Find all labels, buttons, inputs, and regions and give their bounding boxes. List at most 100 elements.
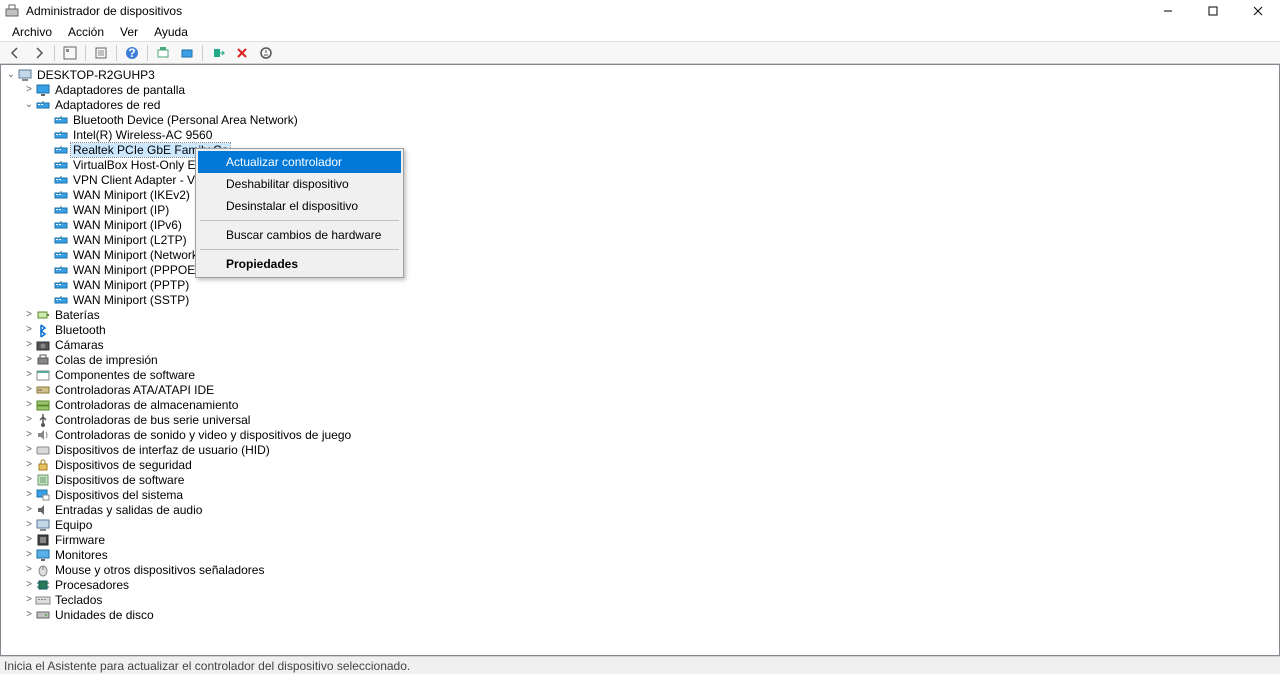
tree-item-label[interactable]: Dispositivos de seguridad: [53, 458, 194, 472]
tree-item-label[interactable]: WAN Miniport (IP): [71, 203, 171, 217]
tree-device[interactable]: Bluetooth Device (Personal Area Network): [5, 112, 1275, 127]
tree-root-node[interactable]: ⌄ DESKTOP-R2GUHP3: [5, 67, 1275, 82]
tree-item-label[interactable]: Firmware: [53, 533, 107, 547]
menu-action[interactable]: Acción: [60, 23, 112, 41]
tree-item-label[interactable]: Baterías: [53, 308, 102, 322]
tree-category[interactable]: > Monitores: [5, 547, 1275, 562]
tree-item-label[interactable]: Colas de impresión: [53, 353, 160, 367]
tree-item-label[interactable]: Unidades de disco: [53, 608, 156, 622]
forward-button[interactable]: [28, 43, 50, 63]
tree-item-label[interactable]: WAN Miniport (IPv6): [71, 218, 184, 232]
tree-item-label[interactable]: Intel(R) Wireless-AC 9560: [71, 128, 214, 142]
tree-item-label[interactable]: Entradas y salidas de audio: [53, 503, 204, 517]
expand-toggle[interactable]: >: [23, 609, 35, 620]
scan-hardware-button[interactable]: [152, 43, 174, 63]
tree-category[interactable]: ⌄ Adaptadores de red: [5, 97, 1275, 112]
tree-category[interactable]: > Procesadores: [5, 577, 1275, 592]
tree-category[interactable]: > Bluetooth: [5, 322, 1275, 337]
tree-item-label[interactable]: WAN Miniport (L2TP): [71, 233, 189, 247]
expand-toggle[interactable]: ⌄: [5, 69, 17, 80]
close-button[interactable]: [1235, 0, 1280, 22]
expand-toggle[interactable]: >: [23, 519, 35, 530]
expand-toggle[interactable]: >: [23, 309, 35, 320]
tree-item-label[interactable]: Monitores: [53, 548, 110, 562]
tree-category[interactable]: > Controladoras de bus serie universal: [5, 412, 1275, 427]
tree-category[interactable]: > Baterías: [5, 307, 1275, 322]
back-button[interactable]: [4, 43, 26, 63]
tree-item-label[interactable]: DESKTOP-R2GUHP3: [35, 68, 157, 82]
menu-help[interactable]: Ayuda: [146, 23, 196, 41]
tree-item-label[interactable]: Controladoras ATA/ATAPI IDE: [53, 383, 216, 397]
disable-device-button[interactable]: [255, 43, 277, 63]
tree-item-label[interactable]: Dispositivos del sistema: [53, 488, 185, 502]
tree-item-label[interactable]: Procesadores: [53, 578, 131, 592]
expand-toggle[interactable]: >: [23, 549, 35, 560]
context-menu-item[interactable]: Deshabilitar dispositivo: [198, 173, 401, 195]
tree-category[interactable]: > Firmware: [5, 532, 1275, 547]
expand-toggle[interactable]: >: [23, 324, 35, 335]
tree-category[interactable]: > Unidades de disco: [5, 607, 1275, 622]
tree-category[interactable]: > Equipo: [5, 517, 1275, 532]
context-menu-item[interactable]: Desinstalar el dispositivo: [198, 195, 401, 217]
tree-item-label[interactable]: Bluetooth: [53, 323, 108, 337]
tree-category[interactable]: > Controladoras de almacenamiento: [5, 397, 1275, 412]
tree-category[interactable]: > Dispositivos del sistema: [5, 487, 1275, 502]
tree-item-label[interactable]: Teclados: [53, 593, 104, 607]
expand-toggle[interactable]: >: [23, 594, 35, 605]
update-driver-button[interactable]: [176, 43, 198, 63]
tree-device[interactable]: WAN Miniport (SSTP): [5, 292, 1275, 307]
tree-device[interactable]: Intel(R) Wireless-AC 9560: [5, 127, 1275, 142]
tree-item-label[interactable]: Adaptadores de red: [53, 98, 162, 112]
minimize-button[interactable]: [1145, 0, 1190, 22]
tree-item-label[interactable]: Dispositivos de interfaz de usuario (HID…: [53, 443, 272, 457]
tree-item-label[interactable]: Adaptadores de pantalla: [53, 83, 187, 97]
properties-button[interactable]: [90, 43, 112, 63]
expand-toggle[interactable]: >: [23, 399, 35, 410]
expand-toggle[interactable]: >: [23, 414, 35, 425]
menu-view[interactable]: Ver: [112, 23, 146, 41]
expand-toggle[interactable]: >: [23, 339, 35, 350]
tree-category[interactable]: > Mouse y otros dispositivos señaladores: [5, 562, 1275, 577]
tree-category[interactable]: > Entradas y salidas de audio: [5, 502, 1275, 517]
tree-item-label[interactable]: WAN Miniport (PPTP): [71, 278, 191, 292]
tree-item-label[interactable]: Controladoras de almacenamiento: [53, 398, 240, 412]
tree-item-label[interactable]: Dispositivos de software: [53, 473, 186, 487]
expand-toggle[interactable]: >: [23, 444, 35, 455]
tree-item-label[interactable]: Cámaras: [53, 338, 106, 352]
context-menu-item[interactable]: Propiedades: [198, 253, 401, 275]
expand-toggle[interactable]: >: [23, 369, 35, 380]
expand-toggle[interactable]: >: [23, 504, 35, 515]
context-menu-item[interactable]: Actualizar controlador: [198, 151, 401, 173]
tree-category[interactable]: >Componentes de software: [5, 367, 1275, 382]
enable-device-button[interactable]: [207, 43, 229, 63]
expand-toggle[interactable]: >: [23, 429, 35, 440]
tree-category[interactable]: > Cámaras: [5, 337, 1275, 352]
expand-toggle[interactable]: >: [23, 564, 35, 575]
menu-file[interactable]: Archivo: [4, 23, 60, 41]
tree-item-label[interactable]: WAN Miniport (SSTP): [71, 293, 191, 307]
expand-toggle[interactable]: >: [23, 534, 35, 545]
maximize-button[interactable]: [1190, 0, 1235, 22]
device-tree[interactable]: ⌄DESKTOP-R2GUHP3>Adaptadores de pantalla…: [0, 64, 1280, 656]
expand-toggle[interactable]: ⌄: [23, 99, 35, 110]
tree-category[interactable]: >Dispositivos de seguridad: [5, 457, 1275, 472]
expand-toggle[interactable]: >: [23, 489, 35, 500]
uninstall-device-button[interactable]: [231, 43, 253, 63]
tree-item-label[interactable]: Mouse y otros dispositivos señaladores: [53, 563, 266, 577]
expand-toggle[interactable]: >: [23, 579, 35, 590]
expand-toggle[interactable]: >: [23, 474, 35, 485]
tree-category[interactable]: >Colas de impresión: [5, 352, 1275, 367]
tree-item-label[interactable]: Controladoras de bus serie universal: [53, 413, 252, 427]
tree-category[interactable]: > Dispositivos de interfaz de usuario (HI…: [5, 442, 1275, 457]
tree-category[interactable]: >Controladoras ATA/ATAPI IDE: [5, 382, 1275, 397]
help-button[interactable]: ?: [121, 43, 143, 63]
tree-device[interactable]: WAN Miniport (PPTP): [5, 277, 1275, 292]
context-menu-item[interactable]: Buscar cambios de hardware: [198, 224, 401, 246]
tree-item-label[interactable]: Controladoras de sonido y video y dispos…: [53, 428, 353, 442]
tree-category[interactable]: > Teclados: [5, 592, 1275, 607]
tree-item-label[interactable]: Equipo: [53, 518, 94, 532]
expand-toggle[interactable]: >: [23, 84, 35, 95]
tree-category[interactable]: > Adaptadores de pantalla: [5, 82, 1275, 97]
tree-item-label[interactable]: WAN Miniport (IKEv2): [71, 188, 192, 202]
tree-category[interactable]: > Controladoras de sonido y video y dispo…: [5, 427, 1275, 442]
